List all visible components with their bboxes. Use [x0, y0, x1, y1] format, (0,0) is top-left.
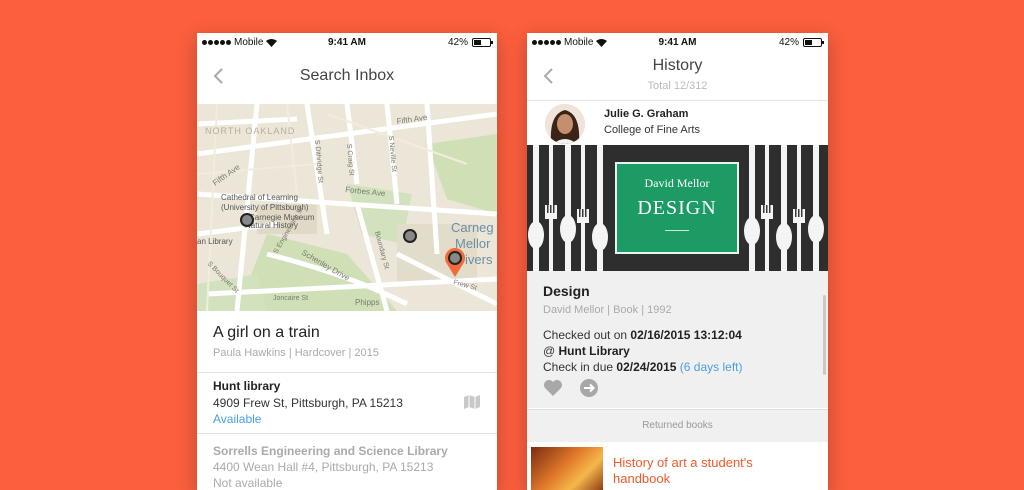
- cover-author: David Mellor: [644, 176, 710, 190]
- arrow-right-icon[interactable]: [579, 378, 599, 398]
- map-label-north-oakland: NORTH OAKLAND: [205, 126, 295, 136]
- map-label-cmu-3: ivers: [465, 252, 493, 267]
- battery-icon: [472, 38, 493, 47]
- avatar: [545, 104, 585, 144]
- map-label-joncaire: Joncaire St: [273, 295, 308, 302]
- due-label: Check in due: [543, 360, 617, 374]
- at-label: @: [543, 344, 559, 358]
- map-label-cmu-2: Mellor: [455, 236, 491, 251]
- returned-book-item[interactable]: History of art a student's handbook: [527, 442, 828, 490]
- due-line: Check in due 02/24/2015 (6 days left): [543, 360, 743, 374]
- divider: [197, 433, 497, 434]
- book-title: A girl on a train: [213, 324, 320, 341]
- battery-percent: 42%: [447, 37, 468, 48]
- book-detail-card: Design David Mellor | Book | 1992 Checke…: [527, 271, 828, 408]
- book-meta: Paula Hawkins | Hardcover | 2015: [213, 347, 379, 359]
- library-address: 4909 Frew St, Pittsburgh, PA 15213: [213, 396, 403, 410]
- search-inbox-screen: Mobile 9:41 AM 42% Search Inbox NORTH OA…: [197, 33, 497, 490]
- status-bar: Mobile 9:41 AM 42%: [197, 33, 497, 51]
- user-name: Julie G. Graham: [604, 108, 689, 120]
- map-label-phipps: Phipps: [355, 298, 379, 307]
- battery: 42%: [447, 37, 493, 48]
- library-name: Hunt Library: [558, 344, 630, 358]
- book-actions: [543, 378, 599, 398]
- checked-out-line: Checked out on 02/16/2015 13:12:04: [543, 328, 742, 342]
- returned-book-title: History of art a student's handbook: [613, 455, 753, 486]
- checked-out-label: Checked out on: [543, 328, 631, 342]
- book-cover[interactable]: David Mellor DESIGN: [527, 145, 828, 271]
- history-screen: Mobile 9:41 AM 42% History Total 12/312 …: [527, 33, 828, 490]
- scrollbar[interactable]: [823, 295, 826, 375]
- cover-rule: [665, 230, 689, 231]
- returned-book-thumbnail: [531, 447, 603, 490]
- page-title: History: [652, 57, 703, 74]
- cover-title: DESIGN: [637, 197, 717, 219]
- map-label-library: an Library: [197, 237, 233, 246]
- page-title: Search Inbox: [299, 67, 395, 84]
- heart-icon[interactable]: [543, 378, 563, 398]
- map-label-cmu-1: Carneg: [451, 220, 494, 235]
- days-left: (6 days left): [679, 360, 743, 374]
- returned-books-header: Returned books: [527, 410, 828, 442]
- due-date: 02/24/2015: [616, 360, 677, 374]
- library-name[interactable]: Sorrells Engineering and Science Library: [213, 444, 448, 458]
- map-icon[interactable]: [463, 394, 481, 410]
- checked-out-date: 02/16/2015 13:12:04: [630, 328, 742, 342]
- library-line: @ Hunt Library: [543, 344, 630, 358]
- map-label-cathedral: Cathedral of Learning: [221, 193, 298, 202]
- map-marker[interactable]: [240, 213, 254, 227]
- battery-percent: 42%: [778, 37, 799, 48]
- history-total: Total 12/312: [647, 80, 708, 92]
- library-address: 4400 Wean Hall #4, Pittsburgh, PA 15213: [213, 460, 434, 474]
- user-college: College of Fine Arts: [604, 124, 700, 136]
- status-bar: Mobile 9:41 AM 42%: [527, 33, 828, 51]
- map-marker[interactable]: [403, 229, 417, 243]
- battery-icon: [803, 38, 824, 47]
- cover-title-card: David Mellor DESIGN: [615, 162, 739, 254]
- library-name[interactable]: Hunt library: [213, 379, 280, 393]
- book-meta: David Mellor | Book | 1992: [543, 304, 672, 316]
- divider: [197, 372, 497, 373]
- map-view[interactable]: NORTH OAKLAND Fifth Ave Fifth Ave S Crai…: [197, 104, 497, 311]
- availability-status: Available: [213, 412, 262, 426]
- book-title: Design: [543, 283, 590, 299]
- user-profile[interactable]: Julie G. Graham College of Fine Arts: [527, 100, 828, 145]
- battery: 42%: [778, 37, 824, 48]
- availability-status: Not available: [213, 476, 283, 490]
